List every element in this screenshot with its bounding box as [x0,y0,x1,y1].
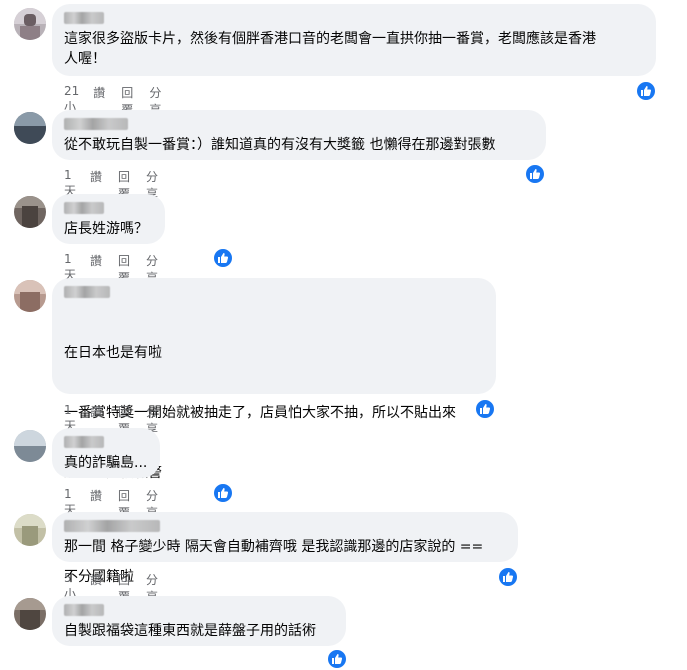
like-reaction-badge[interactable] [474,398,496,420]
comment-bubble: 從不敢玩自製一番賞：）誰知道真的有沒有大獎籤 也懶得在那邊對張數 [52,110,546,160]
avatar[interactable] [14,430,46,462]
author-name[interactable] [64,118,128,130]
author-name[interactable] [64,604,104,616]
like-reaction-badge[interactable] [212,247,234,269]
comment-text: 從不敢玩自製一番賞：）誰知道真的有沒有大獎籤 也懶得在那邊對張數 [64,137,496,153]
thumbs-up-icon [218,253,229,263]
author-name[interactable] [64,520,160,532]
comment-bubble: 在日本也是有啦 一番賞特獎一開始就被抽走了，店員怕大家不抽，所以不貼出來 最後也… [52,278,496,585]
like-reaction-badge[interactable] [524,163,546,185]
thumbs-up-icon [641,86,652,96]
like-reaction-badge[interactable] [212,482,234,504]
avatar[interactable] [14,196,46,228]
thumbs-up-icon [503,572,514,582]
avatar[interactable] [14,112,46,144]
comment-text: 自製跟福袋這種東西就是薛盤子用的話術 [64,623,316,639]
comment-bubble: 這家很多盜版卡片，然後有個胖香港口音的老闆會一直拱你抽一番賞，老闆應該是香港 人… [52,4,656,76]
comment-bubble: 真的詐騙島... [52,428,160,478]
comment-text: 店長姓游嗎？ [64,221,148,237]
comment-text: 這家很多盜版卡片，然後有個胖香港口音的老闆會一直拱你抽一番賞，老闆應該是香港 人… [64,31,596,67]
avatar[interactable] [14,280,46,312]
comment-bubble: 店長姓游嗎？ [52,194,165,244]
avatar[interactable] [14,8,46,40]
author-name[interactable] [64,12,104,24]
author-name[interactable] [64,286,110,298]
author-name[interactable] [64,202,104,214]
like-reaction-badge[interactable] [497,566,519,588]
thumbs-up-icon [530,169,541,179]
comment-text: 那一間 格子變少時 隔天會自動補齊哦 是我認識那邊的店家說的 == [64,539,484,555]
author-name[interactable] [64,436,104,448]
avatar[interactable] [14,514,46,546]
thumbs-up-icon [218,488,229,498]
like-reaction-badge[interactable] [326,648,348,670]
thumbs-up-icon [332,654,343,664]
like-reaction-badge[interactable] [635,80,657,102]
comment-line: 在日本也是有啦 [64,345,162,361]
thumbs-up-icon [480,404,491,414]
comment-text: 真的詐騙島... [64,455,148,471]
comment-bubble: 那一間 格子變少時 隔天會自動補齊哦 是我認識那邊的店家說的 == [52,512,518,562]
avatar[interactable] [14,598,46,630]
comment-bubble: 自製跟福袋這種東西就是薛盤子用的話術 [52,596,346,646]
